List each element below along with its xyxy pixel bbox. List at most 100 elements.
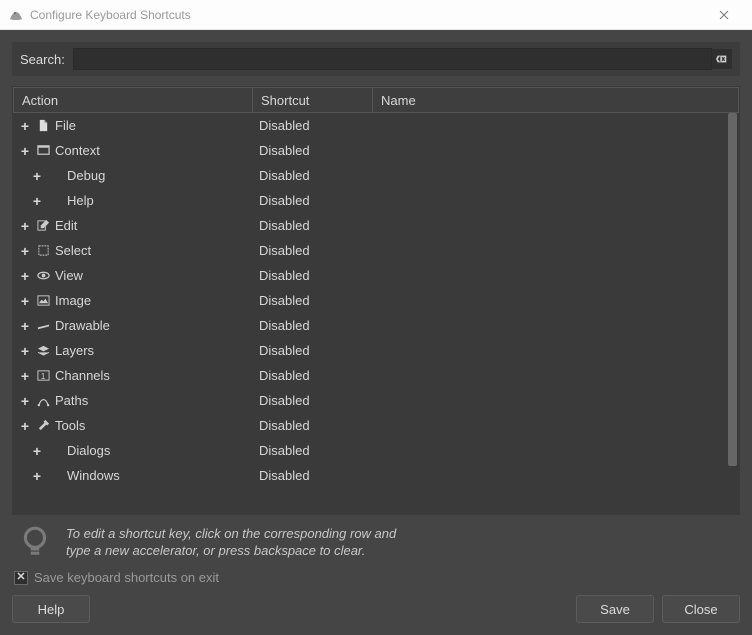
row-label: Dialogs <box>67 443 110 458</box>
cell-shortcut: Disabled <box>253 193 373 208</box>
table-row[interactable]: + Help Disabled <box>13 188 725 213</box>
hint-text: To edit a shortcut key, click on the cor… <box>66 525 396 560</box>
expand-icon[interactable]: + <box>19 120 31 132</box>
cell-shortcut: Disabled <box>253 418 373 433</box>
save-on-exit-row: ✕ Save keyboard shortcuts on exit <box>12 568 740 595</box>
expand-icon[interactable]: + <box>19 345 31 357</box>
expand-icon[interactable]: + <box>19 295 31 307</box>
cell-action: +Debug <box>13 168 253 184</box>
row-label: Channels <box>55 368 110 383</box>
table-row[interactable]: +EditDisabled <box>13 213 725 238</box>
help-button[interactable]: Help <box>12 595 90 623</box>
row-label: Help <box>67 193 94 208</box>
tree-scrollbar[interactable] <box>726 113 739 514</box>
save-on-exit-label: Save keyboard shortcuts on exit <box>34 570 219 585</box>
table-row[interactable]: +1 Channels Disabled <box>13 363 725 388</box>
cell-shortcut: Disabled <box>253 393 373 408</box>
cell-action: +View <box>13 268 253 284</box>
titlebar: Configure Keyboard Shortcuts <box>0 0 752 30</box>
cell-action: + Drawable <box>13 318 253 334</box>
row-label: Image <box>55 293 91 308</box>
hint-line: type a new accelerator, or press backspa… <box>66 542 396 560</box>
image-icon <box>35 293 51 309</box>
row-label: Windows <box>67 468 120 483</box>
tree-header: Action Shortcut Name <box>13 87 739 113</box>
table-row[interactable]: +ContextDisabled <box>13 138 725 163</box>
row-label: Edit <box>55 218 77 233</box>
row-label: File <box>55 118 76 133</box>
cell-action: + Paths <box>13 393 253 409</box>
expand-icon[interactable]: + <box>19 145 31 157</box>
app-icon <box>8 7 24 23</box>
column-action[interactable]: Action <box>13 87 253 113</box>
expand-icon[interactable]: + <box>19 395 31 407</box>
tools-icon <box>35 418 51 434</box>
cell-action: + Edit <box>13 218 253 234</box>
expand-icon[interactable]: + <box>19 320 31 332</box>
search-input[interactable] <box>73 48 712 70</box>
row-label: Tools <box>55 418 85 433</box>
expand-icon[interactable]: + <box>31 445 43 457</box>
svg-text:1: 1 <box>40 371 45 381</box>
row-label: Select <box>55 243 91 258</box>
channels-icon: 1 <box>35 368 51 384</box>
file-icon <box>35 118 51 134</box>
table-row[interactable]: + Paths Disabled <box>13 388 725 413</box>
cell-shortcut: Disabled <box>253 318 373 333</box>
drawable-icon <box>35 318 51 334</box>
save-button[interactable]: Save <box>576 595 654 623</box>
cell-shortcut: Disabled <box>253 293 373 308</box>
cell-shortcut: Disabled <box>253 243 373 258</box>
table-row[interactable]: +ViewDisabled <box>13 263 725 288</box>
expand-icon[interactable]: + <box>31 170 43 182</box>
table-row[interactable]: +DebugDisabled <box>13 163 725 188</box>
window-title: Configure Keyboard Shortcuts <box>30 8 191 22</box>
cell-action: + Dialogs <box>13 443 253 459</box>
expand-icon[interactable]: + <box>31 470 43 482</box>
column-shortcut[interactable]: Shortcut <box>253 87 373 113</box>
table-row[interactable]: +LayersDisabled <box>13 338 725 363</box>
search-label: Search: <box>20 52 65 67</box>
cell-shortcut: Disabled <box>253 368 373 383</box>
table-row[interactable]: + Image Disabled <box>13 288 725 313</box>
table-row[interactable]: + Tools Disabled <box>13 413 725 438</box>
table-row[interactable]: + Windows Disabled <box>13 463 725 488</box>
window-close-button[interactable] <box>704 1 744 29</box>
hint-line: To edit a shortcut key, click on the cor… <box>66 525 396 543</box>
expand-icon[interactable]: + <box>19 420 31 432</box>
cell-shortcut: Disabled <box>253 468 373 483</box>
checkbox-check-icon: ✕ <box>16 572 25 583</box>
row-label: Paths <box>55 393 88 408</box>
close-button[interactable]: Close <box>662 595 740 623</box>
expand-icon[interactable]: + <box>19 270 31 282</box>
context-icon <box>35 143 51 159</box>
expand-icon[interactable]: + <box>31 195 43 207</box>
hint-area: To edit a shortcut key, click on the cor… <box>12 515 740 568</box>
expand-icon[interactable]: + <box>19 370 31 382</box>
cell-shortcut: Disabled <box>253 443 373 458</box>
table-row[interactable]: + Drawable Disabled <box>13 313 725 338</box>
table-row[interactable]: + File Disabled <box>13 113 725 138</box>
paths-icon <box>35 393 51 409</box>
cell-action: + Layers <box>13 343 253 359</box>
save-on-exit-checkbox[interactable]: ✕ <box>14 571 28 585</box>
cell-action: + Tools <box>13 418 253 434</box>
table-row[interactable]: + Select Disabled <box>13 238 725 263</box>
scrollbar-thumb[interactable] <box>728 113 737 466</box>
cell-shortcut: Disabled <box>253 118 373 133</box>
view-icon <box>35 268 51 284</box>
row-label: Drawable <box>55 318 110 333</box>
blank-icon <box>47 443 63 459</box>
search-clear-button[interactable] <box>712 49 732 69</box>
cell-shortcut: Disabled <box>253 168 373 183</box>
expand-icon[interactable]: + <box>19 220 31 232</box>
cell-action: +Context <box>13 143 253 159</box>
table-row[interactable]: + Dialogs Disabled <box>13 438 725 463</box>
cell-action: +1 Channels <box>13 368 253 384</box>
cell-action: + Image <box>13 293 253 309</box>
row-label: Layers <box>55 343 94 358</box>
column-name[interactable]: Name <box>373 87 739 113</box>
select-icon <box>35 243 51 259</box>
blank-icon <box>47 468 63 484</box>
expand-icon[interactable]: + <box>19 245 31 257</box>
